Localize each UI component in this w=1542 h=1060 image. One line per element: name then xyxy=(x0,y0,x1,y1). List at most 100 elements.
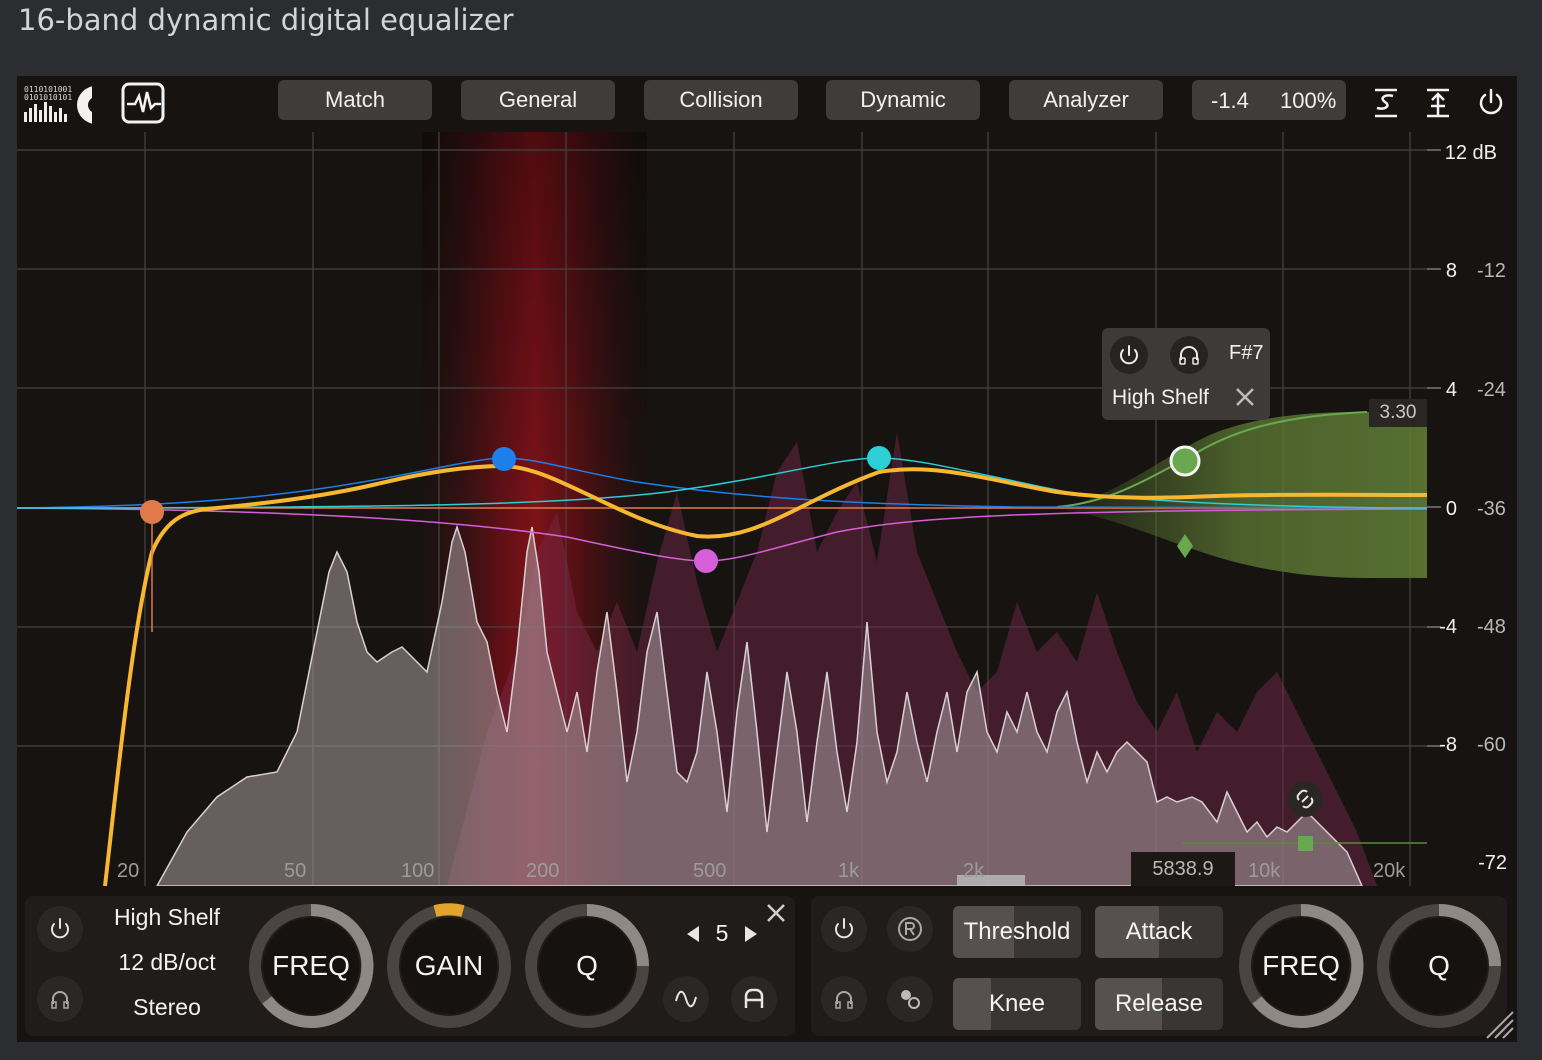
auto-icon xyxy=(744,988,764,1008)
freq-label-200: 200 xyxy=(526,860,560,882)
logo-icon: 0110101001 0101010101 xyxy=(24,85,92,124)
resize-grip-icon[interactable] xyxy=(1483,1008,1515,1040)
db-ticks xyxy=(1427,149,1441,747)
sidechain-freq-label: FREQ xyxy=(1262,950,1340,981)
headphones-icon xyxy=(835,991,853,1009)
band-solo-button[interactable] xyxy=(37,976,83,1022)
q-knob-label: Q xyxy=(576,950,598,981)
freq-label-50: 50 xyxy=(284,860,307,882)
align-icon[interactable] xyxy=(1423,86,1453,120)
sidechain-freq-knob[interactable]: FREQ xyxy=(1237,902,1365,1030)
db-label-12: 12 dB xyxy=(1444,142,1497,164)
knee-button[interactable]: Knee xyxy=(953,978,1081,1030)
band-number: 5 xyxy=(715,920,729,946)
analyzer-label-minus48: -48 xyxy=(1477,616,1506,638)
q-knob[interactable]: Q xyxy=(523,902,651,1030)
freq-knob[interactable]: FREQ xyxy=(247,902,375,1030)
power-icon[interactable] xyxy=(1476,86,1506,120)
filter-type-selector[interactable]: High Shelf xyxy=(95,904,239,931)
scale-value[interactable]: 100% xyxy=(1280,88,1336,114)
headphones-icon xyxy=(1179,346,1199,365)
waveform-icon[interactable] xyxy=(121,82,165,124)
attack-button[interactable]: Attack xyxy=(1095,906,1223,958)
db-label-8: 8 xyxy=(1445,260,1457,282)
band-panel: High Shelf 12 dB/oct Stereo FREQ GAIN Q … xyxy=(25,896,795,1036)
attack-label: Attack xyxy=(1125,918,1193,945)
power-icon xyxy=(835,918,853,939)
threshold-label: Threshold xyxy=(963,918,1071,945)
sidechain-button[interactable] xyxy=(887,976,933,1022)
freq-label-1k: 1k xyxy=(838,860,860,882)
band4-handle[interactable] xyxy=(867,446,891,470)
dynamics-solo-button[interactable] xyxy=(821,976,867,1022)
close-icon[interactable] xyxy=(1232,384,1258,410)
db-label-0: 0 xyxy=(1445,498,1457,520)
db-label-minus8: -8 xyxy=(1439,734,1457,756)
cursor-frequency-readout: 5838.9 xyxy=(1131,852,1235,886)
power-icon xyxy=(1120,345,1138,365)
release-button[interactable]: Release xyxy=(1095,978,1223,1030)
freq-label-20: 20 xyxy=(117,860,140,882)
dynamic-mode-button[interactable] xyxy=(663,976,709,1022)
next-band-icon[interactable] xyxy=(741,924,761,944)
popup-bypass-button[interactable] xyxy=(1110,336,1148,374)
close-icon[interactable] xyxy=(763,900,789,926)
eq-graph[interactable]: 12 dB 8 4 0 -4 -8 -72 -12 -24 -36 -48 -6… xyxy=(17,132,1517,886)
headphones-icon xyxy=(51,991,69,1009)
band5-handle[interactable] xyxy=(1169,445,1201,477)
analyzer-label-minus12: -12 xyxy=(1477,260,1506,282)
threshold-button[interactable]: Threshold xyxy=(953,906,1081,958)
analyzer-label-minus24: -24 xyxy=(1477,379,1506,401)
band-popup: F#7 High Shelf xyxy=(1102,328,1270,420)
relative-mode-button[interactable] xyxy=(887,906,933,952)
equalizer-plugin: 0110101001 0101010101 Match General Coll… xyxy=(17,76,1517,1042)
knee-fill xyxy=(953,978,992,1030)
freq-label-2k: 2k xyxy=(963,860,985,882)
analyzer-label-minus60: -60 xyxy=(1477,734,1506,756)
popup-solo-button[interactable] xyxy=(1170,336,1208,374)
db-label-4: 4 xyxy=(1445,379,1457,401)
band3-handle[interactable] xyxy=(694,549,718,573)
auto-gain-button[interactable] xyxy=(731,976,777,1022)
analyzer-label-minus72: -72 xyxy=(1478,852,1507,874)
sidechain-handle[interactable] xyxy=(1298,836,1313,851)
sine-icon xyxy=(675,990,697,1008)
release-label: Release xyxy=(1114,990,1204,1017)
band-type-label[interactable]: High Shelf xyxy=(1112,386,1209,410)
output-gain-value[interactable]: -1.4 xyxy=(1211,88,1249,114)
tab-general[interactable]: General xyxy=(461,80,615,120)
tab-match[interactable]: Match xyxy=(278,80,432,120)
tab-collision[interactable]: Collision xyxy=(644,80,798,120)
freq-label-20k: 20k xyxy=(1373,860,1406,882)
tab-analyzer[interactable]: Analyzer xyxy=(1009,80,1163,120)
prev-band-icon[interactable] xyxy=(683,924,703,944)
band1-handle[interactable] xyxy=(140,500,164,524)
analyzer-label-minus36: -36 xyxy=(1477,498,1506,520)
db-label-minus4: -4 xyxy=(1439,616,1457,638)
knee-label: Knee xyxy=(988,990,1046,1017)
tab-dynamic[interactable]: Dynamic xyxy=(826,80,980,120)
slope-selector[interactable]: 12 dB/oct xyxy=(95,949,239,976)
band-bypass-button[interactable] xyxy=(37,906,83,952)
gain-knob-label: GAIN xyxy=(414,950,484,981)
gain-knob[interactable]: GAIN xyxy=(385,902,513,1030)
top-bar: 0110101001 0101010101 Match General Coll… xyxy=(17,76,1517,132)
peak-gain-readout: 3.30 xyxy=(1369,399,1427,427)
band-note: F#7 xyxy=(1229,342,1264,364)
scale-icon[interactable] xyxy=(1371,86,1401,120)
output-controls: -1.4 100% xyxy=(1192,80,1346,120)
registered-icon xyxy=(898,917,922,941)
freq-label-10k: 10k xyxy=(1248,860,1281,882)
channel-selector[interactable]: Stereo xyxy=(95,994,239,1021)
band2-handle[interactable] xyxy=(492,447,516,471)
freq-knob-label: FREQ xyxy=(272,950,350,981)
page-title: 16-band dynamic digital equalizer xyxy=(18,3,514,37)
svg-text:0101010101: 0101010101 xyxy=(24,93,72,102)
eq-canvas[interactable] xyxy=(17,132,1517,886)
power-icon xyxy=(51,918,69,939)
freq-label-100: 100 xyxy=(401,860,435,882)
sidechain-icon xyxy=(901,990,920,1009)
dynamics-panel: Threshold Attack Knee Release FREQ Q xyxy=(811,896,1507,1036)
dynamics-bypass-button[interactable] xyxy=(821,906,867,952)
link-icon[interactable] xyxy=(1286,780,1324,818)
